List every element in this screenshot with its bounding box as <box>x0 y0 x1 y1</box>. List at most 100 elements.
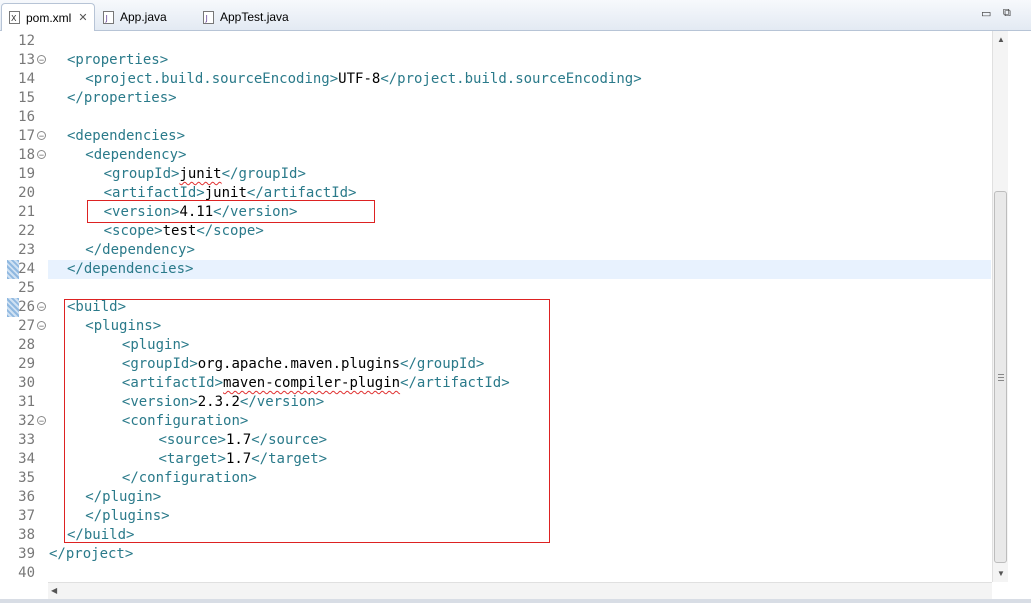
scrollbar-thumb[interactable] <box>994 191 1007 563</box>
code-line: 14 <project.build.sourceEncoding>UTF-8</p… <box>0 70 992 89</box>
line-number: 20 <box>18 185 35 201</box>
code-line: 15 </properties> <box>0 89 992 108</box>
xml-tag: <dependency> <box>85 147 187 163</box>
line-number: 17 <box>18 128 35 144</box>
horizontal-scrollbar[interactable]: ◀ <box>48 582 992 600</box>
tab-label: pom.xml <box>26 10 72 25</box>
line-number: 28 <box>18 337 35 353</box>
line-number: 30 <box>18 375 35 391</box>
svg-text:X: X <box>11 14 17 23</box>
line-number: 33 <box>18 432 35 448</box>
xml-tag: <artifactId> <box>103 185 205 201</box>
overview-ruler <box>1008 31 1031 599</box>
line-number: 39 <box>18 546 35 562</box>
tab-app-java[interactable]: J App.java <box>96 4 196 30</box>
svg-text:J: J <box>105 14 108 23</box>
bottom-border <box>0 599 1031 603</box>
fold-toggle-icon[interactable]: − <box>37 150 46 160</box>
code-text: <dependencies> <box>67 127 185 146</box>
scroll-left-icon[interactable]: ◀ <box>51 586 57 595</box>
code-line: 24 </dependencies> <box>0 260 992 279</box>
line-number: 40 <box>18 565 35 581</box>
xml-tag: <dependencies> <box>67 128 186 144</box>
fold-toggle-icon[interactable]: − <box>37 302 46 312</box>
tab-apptest-java[interactable]: J AppTest.java <box>196 4 306 30</box>
xml-tag: </dependency> <box>85 242 195 258</box>
xml-value: junit <box>204 185 247 201</box>
code-text: <project.build.sourceEncoding>UTF-8</pro… <box>85 70 641 89</box>
code-text: <dependency> <box>85 146 186 165</box>
editor-tab-bar: X pom.xml ✕ J App.java J AppTest.java ▭ … <box>0 0 1031 31</box>
xml-tag: </project.build.sourceEncoding> <box>380 71 642 87</box>
vertical-scrollbar[interactable]: ▲ ▼ <box>992 31 1009 582</box>
java-file-icon: J <box>103 10 114 24</box>
line-number: 25 <box>18 280 35 296</box>
fold-toggle-icon[interactable]: − <box>37 131 46 141</box>
tab-label: AppTest.java <box>220 10 289 24</box>
maximize-icon[interactable]: ⧉ <box>1003 7 1011 20</box>
code-line: 12 <box>0 32 992 51</box>
xml-tag: </dependencies> <box>67 261 194 277</box>
xml-value: test <box>162 223 197 239</box>
xml-tag: </groupId> <box>221 166 306 182</box>
xml-tag: </properties> <box>67 90 177 106</box>
line-number: 24 <box>18 261 35 277</box>
xml-file-icon: X <box>9 11 20 24</box>
line-number: 37 <box>18 508 35 524</box>
line-number: 32 <box>18 413 35 429</box>
line-number: 12 <box>18 33 35 49</box>
tab-label: App.java <box>120 10 167 24</box>
code-line: 40 <box>0 564 992 583</box>
minimize-icon[interactable]: ▭ <box>981 7 991 20</box>
code-editor[interactable]: 12 13− <properties> 14 <project.build.source… <box>0 31 992 582</box>
xml-tag: <groupId> <box>103 166 180 182</box>
fold-toggle-icon[interactable]: − <box>37 321 46 331</box>
line-number: 19 <box>18 166 35 182</box>
svg-text:J: J <box>205 14 208 23</box>
code-text: </dependency> <box>85 241 195 260</box>
code-line: 23 </dependency> <box>0 241 992 260</box>
code-line: 39 </project> <box>0 545 992 564</box>
line-number: 29 <box>18 356 35 372</box>
xml-tag: </scope> <box>196 223 264 239</box>
line-number: 26 <box>18 299 35 315</box>
line-number: 35 <box>18 470 35 486</box>
code-text: <scope>test</scope> <box>104 222 264 241</box>
line-number: 38 <box>18 527 35 543</box>
tab-pom-xml[interactable]: X pom.xml ✕ <box>1 3 95 31</box>
xml-tag: </project> <box>49 546 134 562</box>
line-number: 14 <box>18 71 35 87</box>
code-text: </dependencies> <box>67 260 193 279</box>
code-line: 25 <box>0 279 992 298</box>
xml-tag: <properties> <box>67 52 169 68</box>
line-number: 13 <box>18 52 35 68</box>
scroll-down-icon[interactable]: ▼ <box>997 569 1005 578</box>
code-line: 17− <dependencies> <box>0 127 992 146</box>
code-text: <groupId>junit</groupId> <box>104 165 306 184</box>
fold-toggle-icon[interactable]: − <box>37 55 46 65</box>
code-line: 19 <groupId>junit</groupId> <box>0 165 992 184</box>
line-number: 34 <box>18 451 35 467</box>
line-number: 31 <box>18 394 35 410</box>
line-number: 27 <box>18 318 35 334</box>
code-text: </project> <box>49 545 133 564</box>
close-tab-icon[interactable]: ✕ <box>78 11 87 24</box>
xml-value: junit <box>179 166 222 182</box>
line-number: 23 <box>18 242 35 258</box>
version-highlight-box <box>87 200 375 223</box>
line-number: 16 <box>18 109 35 125</box>
java-file-icon: J <box>203 10 214 24</box>
xml-value: UTF-8 <box>338 71 381 87</box>
code-line: 18− <dependency> <box>0 146 992 165</box>
xml-tag: <project.build.sourceEncoding> <box>85 71 339 87</box>
line-number: 22 <box>18 223 35 239</box>
code-line: 13− <properties> <box>0 51 992 70</box>
xml-tag: </artifactId> <box>246 185 357 201</box>
fold-toggle-icon[interactable]: − <box>37 416 46 426</box>
code-text: </properties> <box>67 89 177 108</box>
build-highlight-box <box>64 299 550 543</box>
code-line: 22 <scope>test</scope> <box>0 222 992 241</box>
scroll-up-icon[interactable]: ▲ <box>997 35 1005 44</box>
line-number: 18 <box>18 147 35 163</box>
line-number: 21 <box>18 204 35 220</box>
